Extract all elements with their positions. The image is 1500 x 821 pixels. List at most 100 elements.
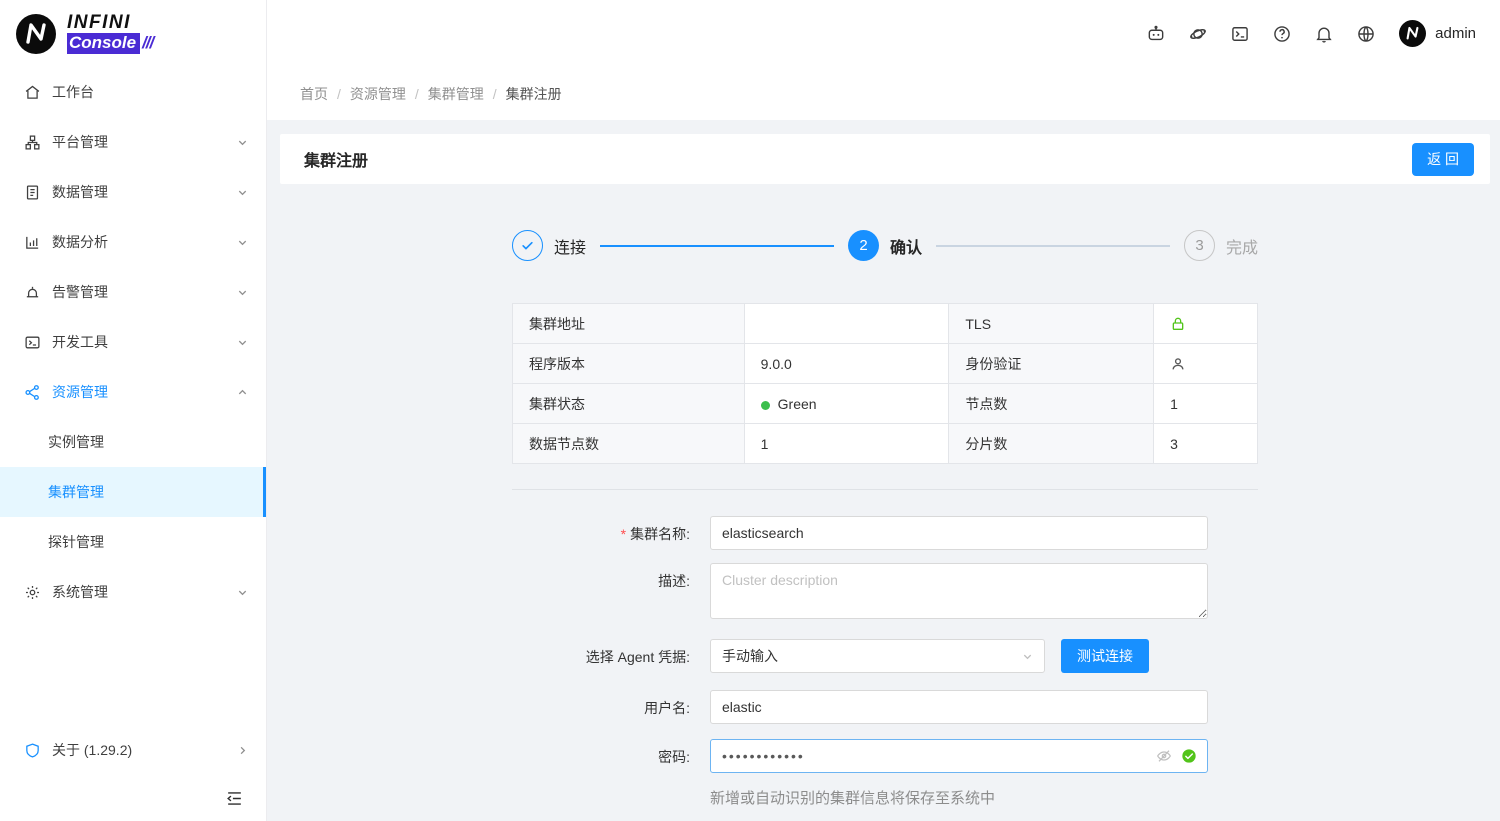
steps: 连接 2 确认 3 完成	[512, 230, 1258, 261]
breadcrumb-resources[interactable]: 资源管理	[350, 84, 406, 104]
chevron-up-icon	[237, 387, 248, 398]
breadcrumb-separator: /	[493, 86, 497, 102]
table-row: 集群状态 Green 节点数 1	[513, 384, 1258, 424]
sidebar-subitem-label: 实例管理	[48, 432, 104, 452]
breadcrumb-clusters[interactable]: 集群管理	[428, 84, 484, 104]
sidebar-item-label: 资源管理	[52, 382, 108, 402]
home-icon	[24, 84, 41, 101]
sidebar-item-dev-tools[interactable]: 开发工具	[0, 317, 266, 367]
registration-content: 连接 2 确认 3 完成 集群地址 TLS	[512, 230, 1258, 808]
terminal-icon[interactable]	[1219, 24, 1261, 44]
sidebar-subitem-instances[interactable]: 实例管理	[0, 417, 266, 467]
green-dot	[761, 401, 770, 410]
divider	[512, 489, 1258, 490]
summary-label: 集群地址	[513, 304, 745, 344]
about-label: 关于 (1.29.2)	[52, 740, 132, 760]
description-textarea[interactable]	[710, 563, 1208, 619]
alarm-icon	[24, 284, 41, 301]
breadcrumb-home[interactable]: 首页	[300, 84, 328, 104]
test-connection-button[interactable]: 测试连接	[1061, 639, 1149, 673]
chevron-right-icon	[237, 745, 248, 756]
logo-text: INFINI Console///	[67, 13, 153, 54]
app-logo[interactable]: INFINI Console///	[0, 0, 266, 67]
sidebar-subitem-label: 探针管理	[48, 532, 104, 552]
select-value: 手动输入	[722, 646, 778, 666]
step-wait-circle: 3	[1184, 230, 1215, 261]
sidebar-item-platform[interactable]: 平台管理	[0, 117, 266, 167]
nodes-icon[interactable]	[1177, 24, 1219, 44]
topbar: admin	[267, 0, 1500, 67]
table-row: 集群地址 TLS	[513, 304, 1258, 344]
required-mark: *	[621, 526, 626, 542]
cluster-name-label: *集群名称:	[512, 516, 690, 544]
collapse-sidebar-icon[interactable]	[225, 789, 244, 808]
sidebar-subitem-probes[interactable]: 探针管理	[0, 517, 266, 567]
avatar[interactable]	[1399, 20, 1426, 47]
step-connector	[600, 245, 834, 247]
agent-credential-select[interactable]: 手动输入	[710, 639, 1045, 673]
username-label: 用户名:	[512, 690, 690, 718]
chevron-down-icon	[237, 237, 248, 248]
chart-icon	[24, 234, 41, 251]
step-finish: 3 完成	[1184, 230, 1258, 261]
sidebar-item-label: 工作台	[52, 82, 94, 102]
bell-icon[interactable]	[1303, 24, 1345, 44]
table-row: 数据节点数 1 分片数 3	[513, 424, 1258, 464]
chevron-down-icon	[237, 287, 248, 298]
form-hint: 新增或自动识别的集群信息将保存至系统中	[710, 787, 1258, 808]
sidebar-item-data-analysis[interactable]: 数据分析	[0, 217, 266, 267]
node-count-value: 1	[1154, 384, 1258, 424]
gear-icon	[24, 584, 41, 601]
dev-tools-icon	[24, 334, 41, 351]
chevron-down-icon	[1022, 651, 1033, 662]
auth-value	[1154, 344, 1258, 384]
breadcrumb-separator: /	[415, 86, 419, 102]
sidebar-item-data-management[interactable]: 数据管理	[0, 167, 266, 217]
sidebar-item-workbench[interactable]: 工作台	[0, 67, 266, 117]
avatar-logo-icon	[1399, 20, 1426, 47]
summary-label: 身份验证	[949, 344, 1154, 384]
page-title: 集群注册	[304, 147, 368, 171]
share-nodes-icon	[24, 384, 41, 401]
page-header: 集群注册 返 回	[280, 134, 1490, 184]
table-row: 程序版本 9.0.0 身份验证	[513, 344, 1258, 384]
username-input[interactable]	[710, 690, 1208, 724]
username[interactable]: admin	[1435, 25, 1476, 42]
step-connector	[936, 245, 1170, 247]
sidebar-item-label: 平台管理	[52, 132, 108, 152]
sidebar-subitem-label: 集群管理	[48, 482, 104, 502]
chevron-down-icon	[237, 337, 248, 348]
sidebar: INFINI Console/// 工作台 平台管理 数据管理 数据分析	[0, 0, 267, 821]
brand-slashes: ///	[142, 33, 153, 52]
sidebar-item-about[interactable]: 关于 (1.29.2)	[0, 725, 266, 775]
agent-credential-label: 选择 Agent 凭据:	[512, 639, 690, 667]
step-label: 完成	[1226, 234, 1258, 258]
username-row: 用户名:	[512, 690, 1258, 724]
back-button[interactable]: 返 回	[1412, 143, 1474, 176]
cluster-status-value: Green	[744, 384, 949, 424]
step-label: 连接	[554, 234, 586, 258]
eye-invisible-icon[interactable]	[1156, 748, 1172, 764]
step-done-circle	[512, 230, 543, 261]
globe-icon[interactable]	[1345, 24, 1387, 44]
check-circle-icon	[1181, 748, 1197, 764]
cluster-name-row: *集群名称:	[512, 516, 1258, 550]
sidebar-item-resources[interactable]: 资源管理	[0, 367, 266, 417]
chevron-down-icon	[237, 137, 248, 148]
password-input[interactable]	[710, 739, 1208, 773]
check-icon	[520, 238, 535, 253]
shard-count-value: 3	[1154, 424, 1258, 464]
brand-console: Console	[67, 33, 140, 54]
data-node-count-value: 1	[744, 424, 949, 464]
breadcrumb-current: 集群注册	[506, 84, 562, 104]
cluster-name-input[interactable]	[710, 516, 1208, 550]
sidebar-item-system[interactable]: 系统管理	[0, 567, 266, 617]
bot-icon[interactable]	[1135, 24, 1177, 44]
sidebar-item-label: 数据分析	[52, 232, 108, 252]
summary-label: 分片数	[949, 424, 1154, 464]
sidebar-subitem-clusters[interactable]: 集群管理	[0, 467, 266, 517]
sidebar-item-alerting[interactable]: 告警管理	[0, 267, 266, 317]
chevron-down-icon	[237, 587, 248, 598]
help-icon[interactable]	[1261, 24, 1303, 44]
step-connect: 连接	[512, 230, 586, 261]
